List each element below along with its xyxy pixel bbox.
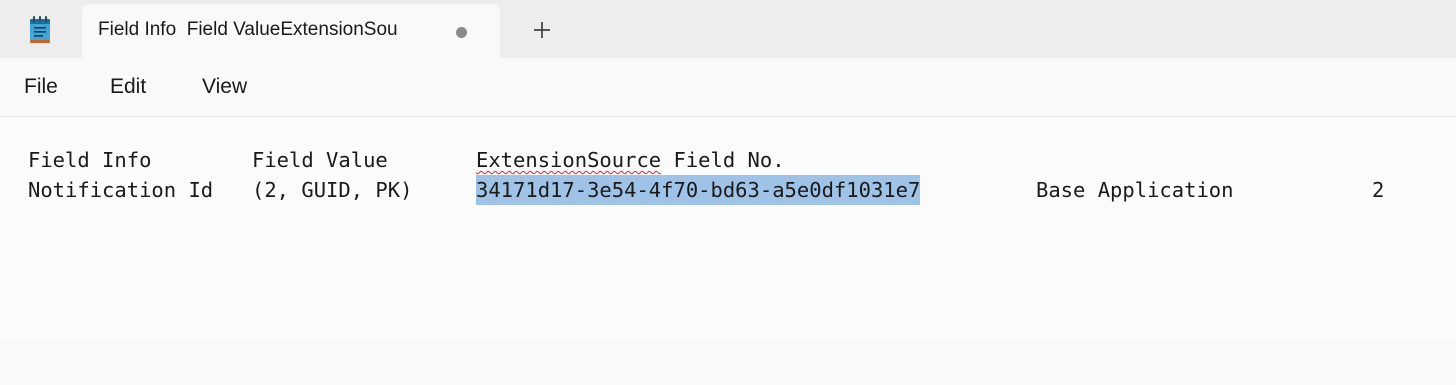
- header-extension-source: ExtensionSource: [476, 148, 662, 172]
- menu-bar: File Edit View: [0, 58, 1456, 116]
- plus-icon: [534, 22, 550, 38]
- header-field-info: Field Info: [28, 148, 152, 172]
- tab-document[interactable]: Field Info Field ValueExtensionSou: [82, 4, 500, 58]
- text-line-row1: Notification Id (2, GUID, PK) 34171d17-3…: [28, 175, 1384, 205]
- header-field-no: Field No.: [661, 148, 785, 172]
- header-field-value: Field Value: [252, 148, 388, 172]
- unsaved-dot-icon[interactable]: [456, 27, 467, 38]
- row1-extension-source: Base Application: [1036, 178, 1234, 202]
- row1-guid-selected: 34171d17-3e54-4f70-bd63-a5e0df1031e7: [476, 175, 921, 205]
- menu-file[interactable]: File: [24, 75, 58, 99]
- row1-field-no: 2: [1372, 178, 1385, 202]
- new-tab-button[interactable]: [526, 14, 558, 46]
- title-bar: Field Info Field ValueExtensionSou: [0, 0, 1456, 58]
- text-line-header: Field Info Field Value ExtensionSource F…: [28, 145, 785, 175]
- menu-view[interactable]: View: [202, 75, 247, 99]
- row1-field-value: (2, GUID, PK): [252, 178, 413, 202]
- row1-field-info: Notification Id: [28, 178, 214, 202]
- notepad-app-icon: [28, 16, 52, 44]
- text-editor[interactable]: Field Info Field Value ExtensionSource F…: [0, 117, 1456, 340]
- header-extension-group: ExtensionSource Field No.: [476, 145, 785, 175]
- tab-title: Field Info Field ValueExtensionSou: [98, 19, 398, 40]
- menu-edit[interactable]: Edit: [110, 75, 146, 99]
